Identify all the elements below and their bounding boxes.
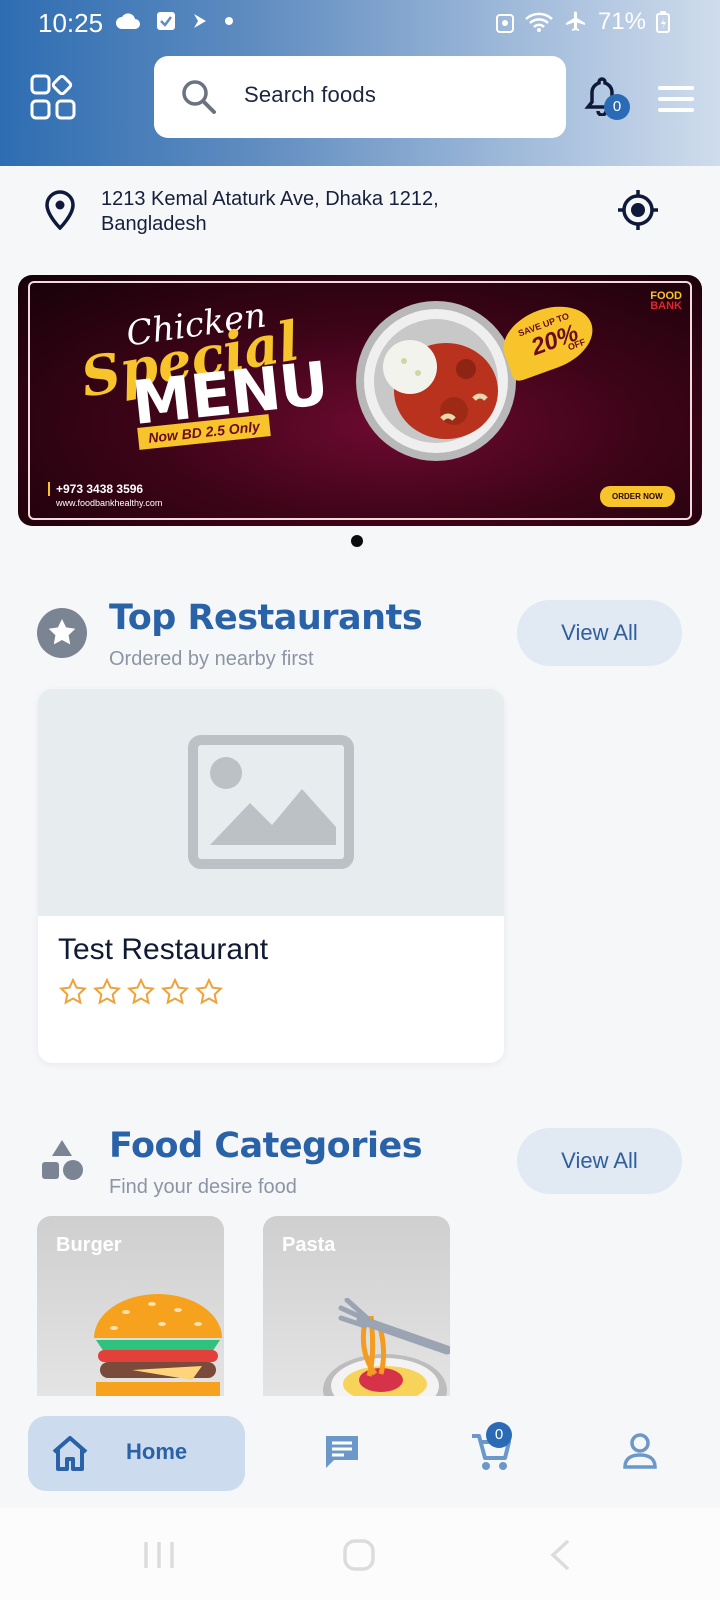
food-plate-image: [356, 301, 516, 461]
carousel-indicator: [351, 535, 363, 547]
shapes-icon: [42, 1140, 83, 1180]
location-pin-icon: [45, 190, 75, 230]
pasta-icon: [323, 1298, 450, 1396]
battery-icon: [656, 11, 670, 33]
image-placeholder-icon: [188, 735, 354, 869]
order-now-button[interactable]: ORDER NOW: [600, 486, 675, 507]
vpn-icon: [495, 14, 514, 33]
food-categories-title: Food Categories: [109, 1126, 423, 1166]
delivery-address[interactable]: 1213 Kemal Ataturk Ave, Dhaka 1212, Bang…: [0, 166, 720, 256]
status-time: 10:25: [38, 8, 104, 38]
restaurant-image-placeholder: [38, 689, 504, 916]
dot-icon: [225, 17, 233, 25]
notification-badge: 0: [604, 94, 630, 120]
cloud-icon: [116, 13, 140, 29]
category-label: Burger: [56, 1234, 122, 1256]
nav-home[interactable]: Home: [28, 1416, 245, 1491]
nav-cart[interactable]: 0: [470, 1422, 512, 1477]
category-card-burger[interactable]: Burger: [37, 1216, 224, 1396]
airplane-icon: [565, 11, 585, 31]
top-restaurants-subtitle: Ordered by nearby first: [109, 648, 314, 670]
app-header: 10:25 71% Search foods 0: [0, 0, 720, 166]
bottom-navigation: Home 0: [0, 1396, 720, 1508]
restaurant-card[interactable]: Test Restaurant: [38, 689, 504, 1063]
banner-website: www.foodbankhealthy.com: [56, 498, 163, 508]
notification-button[interactable]: 0: [584, 76, 630, 121]
search-input[interactable]: Search foods: [244, 82, 376, 108]
hamburger-menu-icon[interactable]: [658, 86, 694, 112]
restaurants-view-all-button[interactable]: View All: [517, 600, 682, 666]
arrow-icon: [194, 14, 206, 28]
current-location-icon[interactable]: [616, 188, 660, 232]
recent-apps-icon[interactable]: [142, 1538, 176, 1572]
status-bar: 10:25 71%: [0, 0, 720, 44]
chat-icon[interactable]: [322, 1432, 362, 1472]
categories-grid-icon[interactable]: [30, 74, 76, 120]
burger-icon: [94, 1294, 222, 1396]
top-restaurants-title: Top Restaurants: [109, 598, 423, 638]
back-icon[interactable]: [548, 1538, 572, 1572]
checkbox-icon: [157, 12, 175, 30]
address-text: 1213 Kemal Ataturk Ave, Dhaka 1212, Bang…: [101, 188, 439, 235]
category-label: Pasta: [282, 1234, 336, 1256]
category-card-pasta[interactable]: Pasta: [263, 1216, 450, 1396]
categories-view-all-button[interactable]: View All: [517, 1128, 682, 1194]
food-categories-subtitle: Find your desire food: [109, 1176, 297, 1198]
search-icon: [182, 80, 216, 114]
system-navigation-bar: [0, 1508, 720, 1600]
star-outline-icon: [126, 977, 156, 1005]
banner-phone: +973 3438 3596: [48, 482, 143, 496]
promo-banner[interactable]: Chicken Special MENU Now BD 2.5 Only +97…: [18, 275, 702, 526]
nav-home-label: Home: [126, 1439, 188, 1464]
restaurant-name: Test Restaurant: [58, 933, 269, 966]
star-circle-icon: [37, 608, 87, 658]
home-button-icon[interactable]: [342, 1538, 376, 1572]
restaurant-rating: [58, 977, 224, 1007]
search-bar[interactable]: Search foods: [154, 56, 566, 138]
wifi-icon: [525, 12, 553, 32]
profile-icon[interactable]: [622, 1432, 658, 1470]
star-outline-icon: [194, 977, 224, 1005]
star-outline-icon: [58, 977, 88, 1005]
cart-badge: 0: [486, 1422, 512, 1448]
star-outline-icon: [160, 977, 190, 1005]
battery-percent: 71%: [597, 8, 646, 35]
star-outline-icon: [92, 977, 122, 1005]
brand-logo: FOOD BANK: [650, 290, 682, 312]
home-icon: [52, 1436, 88, 1471]
